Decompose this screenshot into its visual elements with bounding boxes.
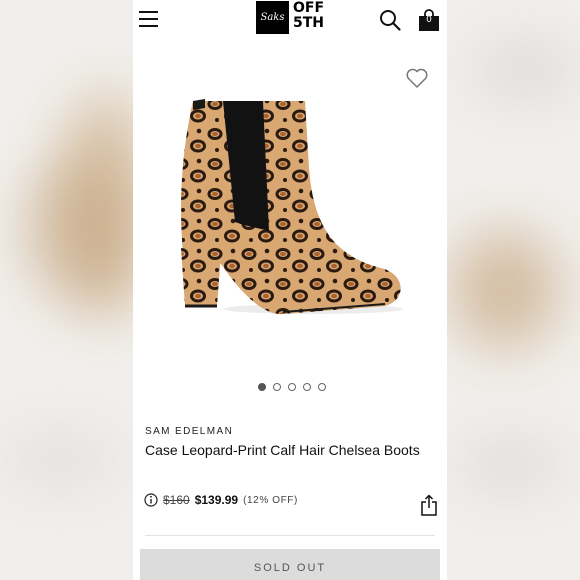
logo-badge: Saks [256,1,289,34]
sold-out-button[interactable]: SOLD OUT [140,549,440,580]
logo-line1: OFF [293,0,325,16]
heart-icon[interactable] [405,67,429,89]
divider [145,535,435,536]
header: Saks OFF 5TH 0 [133,0,447,40]
price-row: $160 $139.99 (12% OFF) [144,491,298,509]
product-title: Case Leopard-Print Calf Hair Chelsea Boo… [145,442,420,458]
saks-off-5th-logo[interactable]: Saks OFF 5TH [256,1,326,34]
original-price: $160 [163,493,190,507]
product-brand[interactable]: SAM EDELMAN [145,426,233,437]
sale-price: $139.99 [194,493,239,507]
logo-line2: 5TH [293,15,325,31]
discount-label: (12% OFF) [243,494,298,506]
product-image[interactable] [173,96,407,318]
cart-count: 0 [426,15,432,25]
mobile-product-page: Saks OFF 5TH 0 SAM EDELMAN Case Leopard-… [133,0,447,580]
pagination-dot-2[interactable] [273,383,281,391]
logo-wordmark: OFF 5TH [293,1,327,31]
hamburger-menu-icon[interactable] [139,11,158,27]
search-icon[interactable] [379,9,401,31]
pagination-dot-3[interactable] [288,383,296,391]
share-icon[interactable] [420,494,438,516]
logo-script: Saks [260,12,285,23]
pagination-dot-1[interactable] [258,383,266,391]
pagination-dot-4[interactable] [303,383,311,391]
image-pagination [258,383,326,393]
pagination-dot-5[interactable] [318,383,326,391]
info-icon[interactable] [144,493,158,507]
